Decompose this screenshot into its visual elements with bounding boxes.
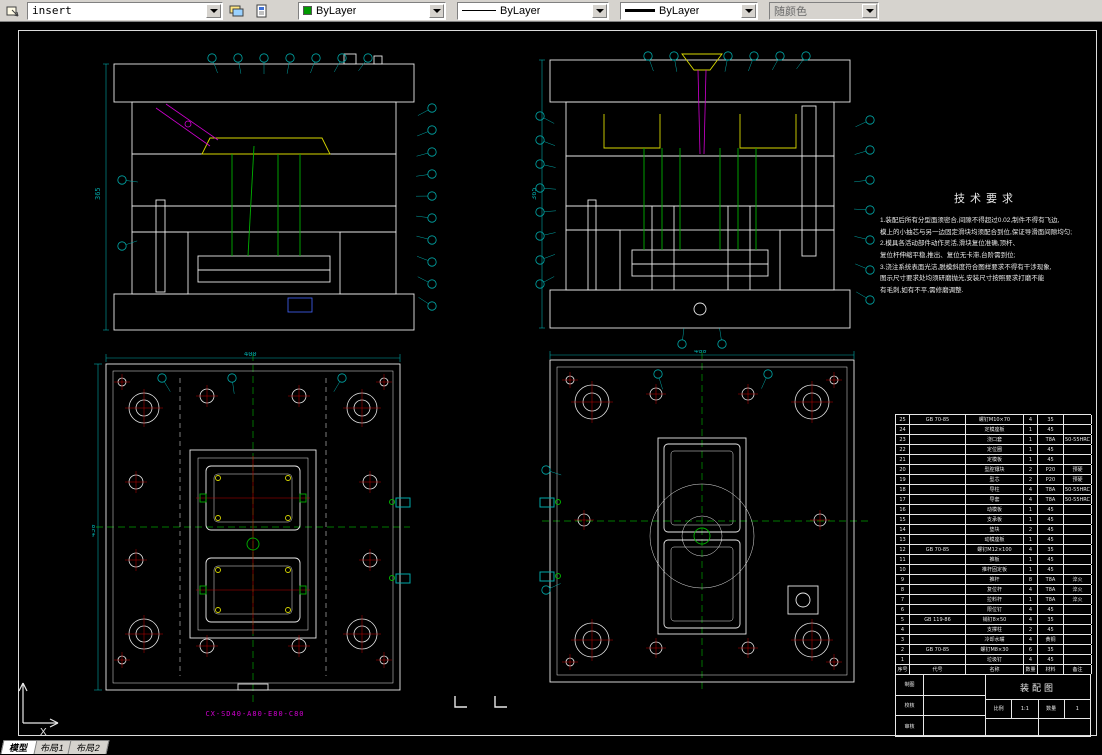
linetype-combo[interactable]: ByLayer — [457, 2, 609, 20]
mold-plates — [114, 54, 414, 330]
cavity-outline — [202, 138, 330, 154]
bom-row: 9推杆8T8A淬火 — [895, 574, 1091, 584]
bom-row: 7拉料杆1T8A淬火 — [895, 594, 1091, 604]
bom-row: 10推杆固定板145 — [895, 564, 1091, 574]
drawing-canvas[interactable]: 365 — [0, 22, 1102, 739]
color-value: ByLayer — [316, 5, 356, 17]
chevron-down-icon[interactable] — [592, 4, 607, 18]
bom-header: 序号代号名称数量材料备注 — [895, 664, 1091, 675]
linetype-value: ByLayer — [500, 5, 540, 17]
bom-row: 4支撑柱245 — [895, 624, 1091, 634]
statusbar: 模型布局1布局2 — [0, 739, 1102, 754]
balloon-callouts — [542, 370, 772, 594]
bom-row: 17导套4T8A50-55HRC — [895, 494, 1091, 504]
bom-row: 16动模板145 — [895, 504, 1091, 514]
svg-text:400: 400 — [694, 350, 707, 355]
tech-req-lines: 1.装配后所有分型面须密合,间隙不得超过0.02,制件不得有飞边,模上的小抽芯与… — [880, 215, 1092, 297]
layout-tabs: 模型布局1布局2 — [2, 740, 105, 754]
bom-row: 22定位圈145 — [895, 444, 1091, 454]
layer-properties-button[interactable] — [226, 2, 248, 20]
section-view-right: 365 — [532, 50, 877, 350]
insert-block-icon[interactable] — [2, 2, 24, 20]
layer-page-icon — [255, 4, 269, 18]
linetype-sample-icon — [462, 10, 496, 11]
svg-text:450: 450 — [92, 524, 97, 537]
plan-view-right: 400 — [538, 350, 873, 695]
bom-row: 13动模座板145 — [895, 534, 1091, 544]
bom-row: 18导柱4T8A50-55HRC — [895, 484, 1091, 494]
sprue-and-cavities — [604, 54, 796, 148]
checked-label: 校核 — [896, 696, 924, 716]
bom-row: 20型腔镶块2P20预硬 — [895, 464, 1091, 474]
block-name-combo[interactable]: insert — [27, 2, 223, 20]
color-swatch — [303, 6, 312, 15]
chevron-down-icon[interactable] — [429, 4, 444, 18]
drawing-title: 装配图 — [986, 675, 1090, 700]
bom-row: 14垫块245 — [895, 524, 1091, 534]
approved-label: 审核 — [896, 716, 924, 736]
bom-row: 15支承板145 — [895, 514, 1091, 524]
plotstyle-value: 随颜色 — [774, 3, 807, 19]
fold-mark — [452, 694, 470, 710]
mold-plates — [550, 60, 850, 328]
bom-row: 25GB 70-85螺钉M10×70435 — [895, 414, 1091, 424]
qty-value: 1 — [1065, 700, 1090, 717]
scale-value: 1:1 — [1012, 700, 1038, 717]
fold-mark — [492, 694, 510, 710]
lineweight-sample-icon — [625, 9, 655, 12]
color-combo[interactable]: ByLayer — [298, 2, 446, 20]
svg-text:400: 400 — [244, 352, 257, 358]
bom-row: 11推板145 — [895, 554, 1091, 564]
tech-requirements: 技术要求 1.装配后所有分型面须密合,间隙不得超过0.02,制件不得有飞边,模上… — [880, 190, 1092, 297]
balloon-callouts — [118, 54, 436, 310]
chevron-down-icon[interactable] — [206, 4, 221, 18]
lineweight-value: ByLayer — [659, 5, 699, 17]
bom-row: 12GB 70-85螺钉M12×100435 — [895, 544, 1091, 554]
section-left-dims: 365 — [94, 64, 109, 330]
toolbar: insert ByLayer ByLayer ByLayer 随颜色 — [0, 0, 1102, 22]
layer-states-button[interactable] — [251, 2, 273, 20]
cavity-centerlines — [196, 456, 310, 634]
lineweight-combo[interactable]: ByLayer — [620, 2, 758, 20]
bom-header-row: 序号代号名称数量材料备注 — [895, 664, 1091, 675]
bom-rows: 25GB 70-85螺钉M10×7043524定模座板14523浇口套1T8A5… — [895, 414, 1091, 664]
insert-icon — [6, 4, 20, 18]
qty-label: 数量 — [1039, 700, 1065, 717]
ejector-pins — [644, 148, 756, 250]
bom-row: 19型芯2P20预硬 — [895, 474, 1091, 484]
svg-text:365: 365 — [532, 187, 538, 200]
title-block: 制图 校核 审核 装配图 比例 1:1 数量 1 — [895, 675, 1091, 737]
bom-row: 3冷却水嘴4黄铜 — [895, 634, 1091, 644]
sprue-channel — [698, 70, 706, 154]
drafted-label: 制图 — [896, 675, 924, 695]
scale-label: 比例 — [986, 700, 1012, 717]
bom-row: 24定模座板145 — [895, 424, 1091, 434]
balloon-callouts — [158, 374, 346, 394]
section-view-left: 365 — [92, 50, 442, 342]
layout-tab-布局2[interactable]: 布局2 — [68, 740, 110, 754]
layout-tab-模型[interactable]: 模型 — [1, 740, 38, 754]
block-name-value: insert — [32, 4, 72, 17]
bom-row: 2GB 70-85螺钉M8×30635 — [895, 644, 1091, 654]
bom-row: 6限位钉445 — [895, 604, 1091, 614]
bom-row: 21定模板145 — [895, 454, 1091, 464]
ko-hole-marker — [288, 298, 312, 312]
ucs-x-label: X — [40, 727, 47, 735]
bom-row: 23浇口套1T8A50-55HRC — [895, 434, 1091, 444]
layers-icon — [229, 4, 245, 18]
bom-row: 8复位杆4T8A淬火 — [895, 584, 1091, 594]
bom-row: 5GB 119-86销钉8×50435 — [895, 614, 1091, 624]
chevron-down-icon[interactable] — [741, 4, 756, 18]
ucs-icon: X — [14, 677, 68, 735]
plan-view-left: 400 450 — [92, 352, 414, 704]
svg-text:365: 365 — [94, 187, 102, 200]
ejector-pins — [232, 146, 300, 256]
bom-table: 25GB 70-85螺钉M10×7043524定模座板14523浇口套1T8A5… — [895, 414, 1091, 737]
plotstyle-combo: 随颜色 — [769, 2, 879, 20]
tech-requirements-title: 技术要求 — [880, 190, 1092, 206]
mold-base-code: CX-SD40-A80-E80-C80 — [140, 710, 370, 718]
bom-row: 1垃圾钉445 — [895, 654, 1091, 664]
chevron-down-icon — [862, 4, 877, 18]
